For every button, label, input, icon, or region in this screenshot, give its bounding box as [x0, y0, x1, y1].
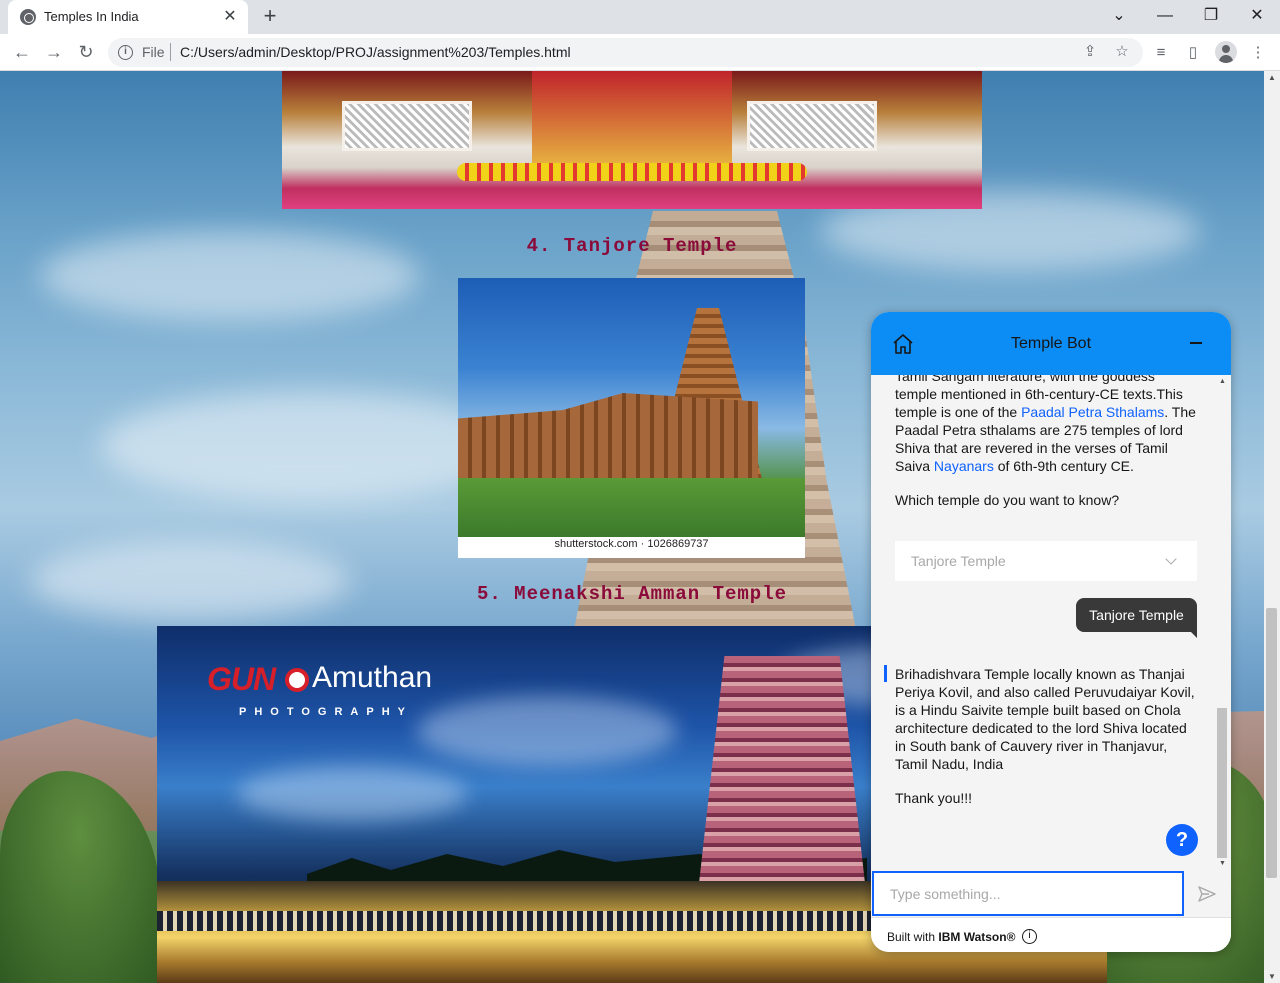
photo-cloud [417, 696, 677, 766]
reload-icon[interactable]: ↻ [74, 40, 98, 64]
temple-dropdown[interactable]: Tanjore Temple [895, 541, 1197, 581]
back-icon[interactable]: ← [10, 40, 34, 64]
chat-input-box[interactable] [872, 871, 1184, 916]
background-cloud [100, 391, 520, 501]
browser-toolbar: ← → ↻ i File C:/Users/admin/Desktop/PROJ… [0, 34, 1280, 71]
logo-amuthan-text: Amuthan [312, 661, 433, 694]
bot-thanks: Thank you!!! [895, 790, 973, 806]
profile-icon[interactable] [1215, 41, 1237, 63]
footer-text: Built with IBM Watson® [887, 930, 1015, 944]
url-scheme: File [142, 44, 165, 60]
previous-message: temple mentioned in 6th-century-CE texts… [895, 385, 1200, 475]
photo-credit: shutterstock.com · 1026869737 [554, 538, 709, 550]
aperture-icon [285, 668, 309, 692]
user-message: Tanjore Temple [1076, 598, 1197, 632]
scroll-up-icon[interactable]: ▲ [1219, 378, 1226, 385]
chat-footer: Built with IBM Watson® i [871, 917, 1231, 952]
tab-title: Temples In India [44, 9, 139, 24]
sidepanel-icon[interactable]: ▯ [1182, 42, 1204, 64]
forward-icon[interactable]: → [42, 40, 66, 64]
tanjore-photo: shutterstock.com · 1026869737 [458, 278, 805, 558]
chevron-down-icon [1165, 553, 1177, 565]
url-text[interactable]: C:/Users/admin/Desktop/PROJ/assignment%2… [180, 44, 571, 60]
scroll-down-icon[interactable]: ▼ [1219, 860, 1226, 867]
photo-cloud [237, 766, 467, 821]
chat-header: Temple Bot [871, 312, 1231, 375]
dropdown-value: Tanjore Temple [911, 553, 1006, 569]
send-icon[interactable] [1197, 884, 1217, 904]
url-separator [170, 43, 171, 61]
tab-close-icon[interactable]: ✕ [220, 7, 240, 27]
chat-title: Temple Bot [1010, 335, 1092, 352]
heading-tanjore: 4. Tanjore Temple [526, 235, 738, 257]
chat-scroll-thumb[interactable] [1217, 708, 1227, 858]
bot-message-indicator [884, 665, 887, 682]
info-icon[interactable]: i [118, 45, 133, 60]
minimize-icon[interactable] [1190, 342, 1202, 344]
footer-brand: IBM Watson® [938, 930, 1016, 944]
shrine-photo [282, 71, 982, 209]
logo-photography-text: PHOTOGRAPHY [239, 706, 413, 718]
page-scroll-thumb[interactable] [1266, 608, 1277, 878]
restore-window-icon[interactable]: ❐ [1197, 4, 1225, 28]
bubble-tail [1191, 632, 1197, 638]
tanjore-image [458, 278, 805, 537]
temple-hall [458, 393, 758, 478]
tab-search-chevron-icon[interactable]: ⌄ [1105, 4, 1133, 28]
bot-answer: Brihadishvara Temple locally known as Th… [895, 666, 1195, 772]
logo-guna-text: GUN [207, 661, 276, 697]
message-text: of 6th-9th century CE. [993, 458, 1134, 474]
background-cloud [30, 541, 350, 621]
info-icon[interactable]: i [1022, 929, 1037, 944]
minimize-window-icon[interactable]: — [1151, 4, 1179, 28]
flower-garland [457, 163, 807, 181]
page-scrollbar[interactable]: ▲ ▼ [1264, 71, 1280, 983]
favicon-icon [20, 9, 36, 25]
menu-icon[interactable]: ⋮ [1247, 42, 1269, 64]
chat-widget: Temple Bot Tamil Sangam literature, with… [871, 312, 1231, 952]
footer-prefix: Built with [887, 930, 939, 944]
scroll-up-icon[interactable]: ▲ [1268, 73, 1276, 82]
address-bar[interactable]: i File C:/Users/admin/Desktop/PROJ/assig… [108, 38, 1143, 67]
browser-tab[interactable]: Temples In India ✕ [8, 0, 248, 34]
browser-tabbar: Temples In India ✕ + ⌄ — ❐ ✕ [0, 0, 1280, 34]
lawn [458, 478, 805, 537]
chat-input[interactable] [874, 873, 1182, 914]
chat-scrollbar[interactable]: ▲ ▼ [1215, 375, 1229, 870]
photographer-logo: GUN Amuthan PHOTOGRAPHY [207, 661, 447, 721]
help-icon[interactable]: ? [1166, 824, 1198, 856]
bot-question: Which temple do you want to know? [895, 492, 1120, 508]
lattice-screen [342, 101, 472, 151]
shrine-idol [532, 71, 732, 166]
lattice-screen [747, 101, 877, 151]
star-icon[interactable]: ☆ [1112, 42, 1132, 62]
chat-messages: Tamil Sangam literature, with the goddes… [871, 375, 1231, 870]
previous-message-fragment: Tamil Sangam literature, with the goddes… [895, 375, 1155, 384]
paadal-petra-link[interactable]: Paadal Petra Sthalams [1021, 404, 1164, 420]
close-window-icon[interactable]: ✕ [1243, 4, 1271, 28]
new-tab-plus-icon[interactable]: + [258, 5, 282, 29]
nayanars-link[interactable]: Nayanars [934, 458, 994, 474]
media-icon[interactable]: ≡ [1150, 42, 1172, 64]
scroll-down-icon[interactable]: ▼ [1268, 972, 1276, 981]
share-icon[interactable]: ⇪ [1080, 42, 1100, 62]
